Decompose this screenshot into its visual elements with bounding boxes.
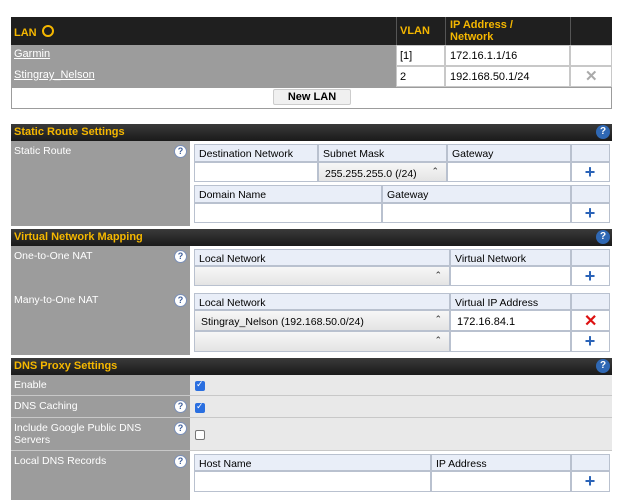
top-banner [0,0,629,8]
add-static-route-icon[interactable]: + [581,163,599,181]
blank-col [571,249,610,266]
chevron-updown-icon: ⌃ [434,270,442,280]
gateway-input[interactable] [447,162,571,182]
domain-name-input[interactable] [194,203,382,223]
google-dns-cell [190,418,612,451]
gateway2-input[interactable] [382,203,571,223]
chevron-updown-icon: ⌃ [431,166,439,176]
host-name-input[interactable] [194,471,431,492]
o2o-local-select[interactable]: ⌃ [194,266,450,286]
blank-col [571,144,610,162]
ip-value: 172.16.1.1/16 [450,50,518,62]
o2o-local-col: Local Network [194,249,450,266]
help-icon[interactable]: ? [174,145,187,158]
lan-header-label: LAN [14,25,54,39]
action-cell [570,45,612,66]
help-icon[interactable]: ? [174,294,187,307]
m2o-local-col: Local Network [194,293,450,310]
caching-checkbox[interactable] [195,401,205,413]
enable-cell [190,375,612,396]
blank-col [571,454,610,471]
settings-gear-icon[interactable] [41,25,54,37]
m2o-vip-col: Virtual IP Address [450,293,571,310]
caching-cell [190,396,612,418]
add-o2o-icon[interactable]: + [581,267,599,285]
help-icon[interactable]: ? [174,455,187,468]
chevron-updown-icon: ⌃ [434,335,442,345]
host-name-col: Host Name [194,454,431,471]
m2o-vip-value: 172.16.84.1 [457,316,516,328]
subnet-mask-col: Subnet Mask [318,144,447,162]
ip-address-col: IP Address [431,454,571,471]
gateway2-col: Gateway [382,185,571,203]
ip-header: IP Address / Network [450,19,513,43]
google-dns-checkbox[interactable] [195,430,205,440]
ip-address-input[interactable] [431,471,571,492]
one-to-one-label: One-to-One NAT [11,246,190,290]
static-route-label: Static Route [11,141,190,226]
o2o-virtual-col: Virtual Network [450,249,571,266]
add-dns-record-icon[interactable]: + [581,472,599,490]
m2o-vip-input-new[interactable] [450,331,571,352]
help-icon[interactable]: ? [596,230,610,244]
lan-header-divider-2 [445,17,446,45]
new-lan-button[interactable]: New LAN [273,89,351,105]
vnm-header: Virtual Network Mapping [11,229,612,246]
help-icon[interactable]: ? [174,422,187,435]
m2o-local-select-new[interactable]: ⌃ [194,331,450,352]
delete-lan-icon[interactable]: ✕ [585,67,598,85]
domain-name-col: Domain Name [194,185,382,203]
m2o-vip-input[interactable]: 172.16.84.1 [450,310,571,331]
o2o-virtual-input[interactable] [450,266,571,286]
vlan-value: [1] [400,50,413,62]
enable-checkbox[interactable] [195,379,205,391]
m2o-local-value: Stingray_Nelson (192.168.50.0/24) [201,316,364,328]
local-dns-label: Local DNS Records [11,451,190,500]
lan-row-stingray: Stingray_Nelson 2 192.168.50.1/24 ✕ [11,66,612,87]
lan-name-garmin[interactable]: Garmin [14,48,50,60]
dns-header: DNS Proxy Settings [11,358,612,375]
help-icon[interactable]: ? [596,359,610,373]
blank-col [571,293,610,310]
blank-col [571,185,610,203]
subnet-mask-value: 255.255.255.0 (/24) [325,168,417,180]
google-dns-label: Include Google Public DNS Servers [11,418,190,451]
dest-network-input[interactable] [194,162,318,182]
static-route-header: Static Route Settings [11,124,612,141]
lan-name-stingray[interactable]: Stingray_Nelson [14,69,95,81]
subnet-mask-select[interactable]: 255.255.255.0 (/24) ⌃ [318,162,447,182]
lan-row-garmin: Garmin [1] 172.16.1.1/16 [11,45,612,66]
caching-label: DNS Caching [11,396,190,418]
dest-network-col: Destination Network [194,144,318,162]
m2o-local-select[interactable]: Stingray_Nelson (192.168.50.0/24) ⌃ [194,310,450,331]
enable-label: Enable [11,375,190,396]
lan-header-divider-1 [396,17,397,45]
vlan-value: 2 [400,71,407,83]
ip-value: 192.168.50.1/24 [450,71,530,83]
add-m2o-icon[interactable]: + [581,332,599,350]
chevron-updown-icon: ⌃ [434,314,442,324]
help-icon[interactable]: ? [596,125,610,139]
help-icon[interactable]: ? [174,250,187,263]
many-to-one-label: Many-to-One NAT [11,290,190,355]
add-domain-route-icon[interactable]: + [581,204,599,222]
help-icon[interactable]: ? [174,400,187,413]
vlan-header: VLAN [400,25,430,37]
lan-header-divider-3 [570,17,571,45]
delete-m2o-icon[interactable]: ✕ [584,311,597,331]
gateway-col: Gateway [447,144,571,162]
